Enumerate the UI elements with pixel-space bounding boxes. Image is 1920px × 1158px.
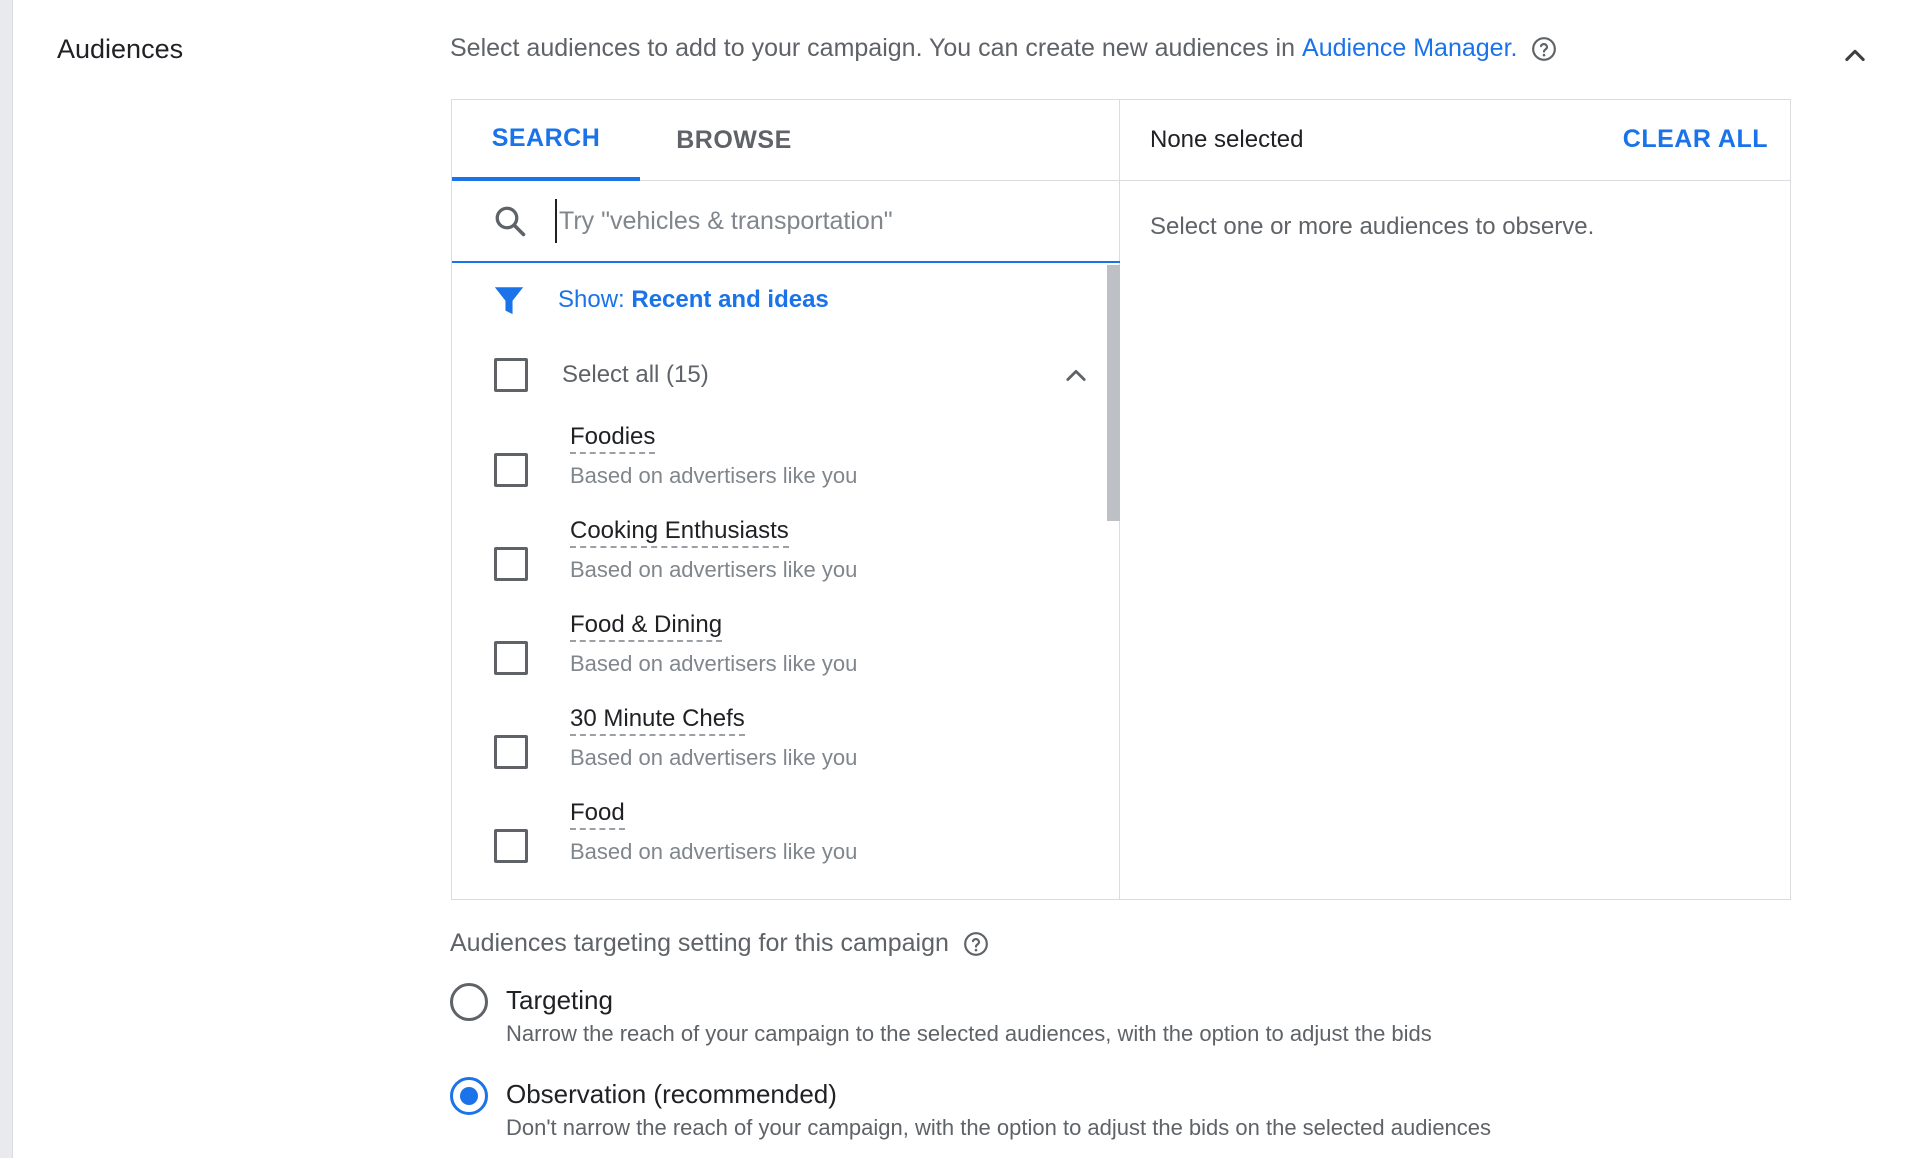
filter-value: Recent and ideas (631, 286, 829, 313)
targeting-radio[interactable] (450, 983, 488, 1021)
help-icon[interactable] (1531, 36, 1557, 62)
observation-label: Observation (recommended) (506, 1079, 837, 1109)
audience-search-pane: SEARCH BROWSE Show: Recent and ide (452, 100, 1120, 899)
audiences-card: Audiences Select audiences to add to you… (12, 0, 1920, 1158)
collapse-list-chevron-up-icon[interactable] (1062, 362, 1090, 390)
targeting-option[interactable]: Targeting Narrow the reach of your campa… (450, 983, 1750, 1053)
targeting-help-icon[interactable] (963, 931, 989, 957)
clear-all-button[interactable]: CLEAR ALL (1623, 125, 1768, 154)
audience-checkbox[interactable] (494, 641, 528, 675)
empty-selection-message: Select one or more audiences to observe. (1150, 213, 1595, 240)
search-row (452, 181, 1120, 263)
observation-option[interactable]: Observation (recommended) Don't narrow t… (450, 1077, 1750, 1147)
targeting-description: Narrow the reach of your campaign to the… (506, 1021, 1432, 1046)
picker-tabs: SEARCH BROWSE (452, 100, 1120, 181)
audience-subtitle: Based on advertisers like you (570, 557, 858, 582)
select-all-label: Select all (15) (562, 361, 709, 388)
audience-checkbox[interactable] (494, 547, 528, 581)
audience-list-item[interactable]: Foodies Based on advertisers like you (494, 423, 1094, 517)
audience-search-input[interactable] (555, 199, 1095, 243)
list-scrollbar[interactable] (1107, 265, 1120, 521)
selection-status: None selected (1150, 126, 1304, 153)
description-text: Select audiences to add to your campaign… (450, 34, 1296, 62)
audience-list-item[interactable]: Cooking Enthusiasts Based on advertisers… (494, 517, 1094, 611)
audience-list-item[interactable]: Food & Dining Based on advertisers like … (494, 611, 1094, 705)
observation-radio[interactable] (450, 1077, 488, 1115)
targeting-setting-label: Audiences targeting setting for this cam… (450, 929, 949, 957)
search-icon (495, 206, 526, 237)
targeting-setting-title: Audiences targeting setting for this cam… (450, 929, 989, 958)
section-title: Audiences (57, 34, 184, 64)
audience-name: Foodies (570, 423, 656, 454)
audience-list-item[interactable]: 30 Minute Chefs Based on advertisers lik… (494, 705, 1094, 799)
audience-name: Food (570, 799, 625, 830)
audience-subtitle: Based on advertisers like you (570, 745, 858, 770)
audience-subtitle: Based on advertisers like you (570, 463, 858, 488)
audience-subtitle: Based on advertisers like you (570, 651, 858, 676)
audience-checkbox[interactable] (494, 735, 528, 769)
audience-name: Cooking Enthusiasts (570, 517, 789, 548)
filter-label: Show: Recent and ideas (558, 286, 829, 314)
filter-prefix: Show: (558, 286, 625, 313)
filter-icon (494, 287, 524, 315)
select-all-checkbox[interactable] (494, 358, 528, 392)
tab-search[interactable]: SEARCH (452, 100, 640, 181)
collapse-section-chevron-up-icon[interactable] (1841, 42, 1869, 70)
audience-checkbox[interactable] (494, 829, 528, 863)
observation-description: Don't narrow the reach of your campaign,… (506, 1115, 1492, 1140)
audience-list[interactable]: Show: Recent and ideas Select all (15) F… (452, 263, 1120, 899)
targeting-label: Targeting (506, 985, 613, 1015)
audience-picker: SEARCH BROWSE Show: Recent and ide (451, 99, 1791, 900)
selected-audiences-pane: None selected CLEAR ALL Select one or mo… (1120, 100, 1790, 899)
audience-name: 30 Minute Chefs (570, 705, 745, 736)
audience-checkbox[interactable] (494, 453, 528, 487)
audience-list-item[interactable]: Food Based on advertisers like you (494, 799, 1094, 893)
audience-manager-link[interactable]: Audience Manager. (1302, 34, 1517, 63)
audience-name: Food & Dining (570, 611, 723, 642)
select-all-row: Select all (15) (494, 358, 1094, 392)
audience-subtitle: Based on advertisers like you (570, 839, 858, 864)
section-description: Select audiences to add to your campaign… (450, 34, 1557, 63)
selected-header: None selected CLEAR ALL (1120, 100, 1790, 181)
tab-browse[interactable]: BROWSE (640, 100, 828, 181)
show-filter[interactable]: Show: Recent and ideas (492, 283, 829, 317)
